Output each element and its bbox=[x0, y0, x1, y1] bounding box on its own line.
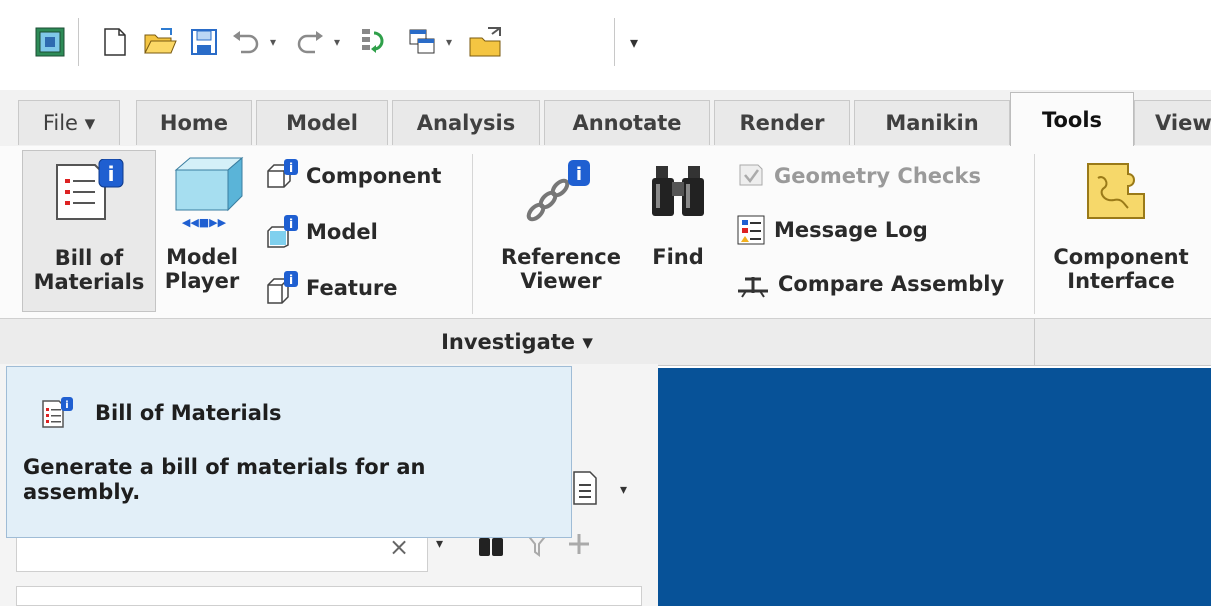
tooltip-title: Bill of Materials bbox=[95, 401, 282, 425]
windows-dropdown-icon[interactable]: ▾ bbox=[440, 22, 458, 62]
message-log-icon bbox=[737, 215, 765, 245]
bill-of-materials-label: Bill of Materials bbox=[33, 246, 145, 294]
undo-dropdown-icon[interactable]: ▾ bbox=[264, 22, 282, 62]
bill-of-materials-icon: i bbox=[51, 158, 127, 225]
geometry-checks-icon bbox=[739, 164, 763, 186]
close-window-icon[interactable] bbox=[464, 22, 508, 62]
tab-file[interactable]: File ▾ bbox=[18, 100, 120, 145]
find-button[interactable]: Find bbox=[640, 150, 716, 312]
new-file-icon[interactable] bbox=[98, 22, 132, 62]
tab-annotate[interactable]: Annotate bbox=[544, 100, 710, 145]
model-player-icon: ◀◀■▶▶ bbox=[166, 156, 246, 234]
investigate-group-label[interactable]: Investigate ▾ bbox=[0, 319, 1034, 365]
model-info-button[interactable]: i Model bbox=[264, 212, 378, 252]
save-icon[interactable] bbox=[186, 22, 222, 62]
tab-manikin[interactable]: Manikin bbox=[854, 100, 1010, 145]
compare-assembly-icon bbox=[738, 277, 768, 298]
tree-settings-dropdown-icon[interactable]: ▾ bbox=[620, 482, 627, 498]
regenerate-icon[interactable] bbox=[354, 22, 394, 62]
feature-info-button[interactable]: i Feature bbox=[264, 268, 398, 308]
tab-analysis[interactable]: Analysis bbox=[392, 100, 540, 145]
redo-dropdown-icon[interactable]: ▾ bbox=[328, 22, 346, 62]
compare-assembly-button[interactable]: Compare Assembly bbox=[736, 264, 1004, 304]
bill-of-materials-tooltip-icon: i bbox=[41, 397, 73, 433]
ribbon-group-bar: Investigate ▾ bbox=[0, 318, 1211, 366]
component-info-icon: i bbox=[267, 159, 298, 188]
search-dropdown-icon[interactable]: ▾ bbox=[436, 536, 443, 552]
undo-icon[interactable] bbox=[228, 22, 264, 62]
feature-info-icon: i bbox=[267, 271, 298, 304]
find-label: Find bbox=[652, 245, 704, 269]
reference-viewer-label: Reference Viewer bbox=[500, 245, 622, 293]
tab-render[interactable]: Render bbox=[714, 100, 850, 145]
component-info-button[interactable]: i Component bbox=[264, 156, 441, 196]
model-player-button[interactable]: ◀◀■▶▶ Model Player bbox=[160, 150, 248, 312]
svg-text:i: i bbox=[108, 162, 115, 186]
tab-view[interactable]: View bbox=[1134, 100, 1211, 145]
tooltip-description: Generate a bill of materials for an asse… bbox=[23, 455, 426, 505]
model-player-label: Model Player bbox=[164, 245, 240, 293]
component-interface-icon bbox=[1084, 162, 1150, 224]
app-icon[interactable] bbox=[30, 22, 70, 62]
quick-access-toolbar: ▾ ▾ ▾ ▾ bbox=[0, 0, 1211, 90]
svg-text:i: i bbox=[289, 161, 293, 175]
component-interface-label: Component Interface bbox=[1053, 245, 1189, 293]
svg-text:i: i bbox=[289, 273, 293, 287]
binoculars-icon bbox=[650, 164, 706, 222]
tab-home[interactable]: Home bbox=[136, 100, 252, 145]
tab-tools[interactable]: Tools bbox=[1010, 92, 1134, 146]
model-tree-list[interactable] bbox=[16, 586, 642, 606]
model-info-icon: i bbox=[267, 215, 298, 248]
windows-icon[interactable] bbox=[402, 22, 442, 62]
bill-of-materials-tooltip: i Bill of Materials Generate a bill of m… bbox=[6, 366, 572, 538]
tree-settings-icon[interactable] bbox=[570, 468, 600, 512]
redo-icon[interactable] bbox=[292, 22, 328, 62]
open-folder-icon[interactable] bbox=[140, 22, 180, 62]
svg-text:i: i bbox=[65, 400, 68, 411]
ribbon-tab-bar: File ▾ Home Model Analysis Annotate Rend… bbox=[0, 90, 1211, 147]
component-interface-button[interactable]: Component Interface bbox=[1046, 150, 1196, 312]
geometry-checks-button[interactable]: Geometry Checks bbox=[736, 156, 981, 196]
graphics-window[interactable] bbox=[658, 368, 1211, 606]
reference-viewer-button[interactable]: i Reference Viewer bbox=[486, 150, 636, 312]
reference-viewer-icon: i bbox=[522, 160, 594, 228]
svg-text:i: i bbox=[289, 217, 293, 231]
customize-toolbar-icon[interactable]: ▾ bbox=[622, 22, 646, 62]
message-log-button[interactable]: Message Log bbox=[736, 210, 928, 250]
svg-text:i: i bbox=[576, 164, 582, 185]
ribbon-panel: i Bill of Materials ◀◀■▶▶ Model Player i C… bbox=[0, 146, 1211, 318]
bill-of-materials-button[interactable]: i Bill of Materials bbox=[22, 150, 156, 312]
tab-model[interactable]: Model bbox=[256, 100, 388, 145]
svg-text:◀◀■▶▶: ◀◀■▶▶ bbox=[182, 216, 227, 229]
